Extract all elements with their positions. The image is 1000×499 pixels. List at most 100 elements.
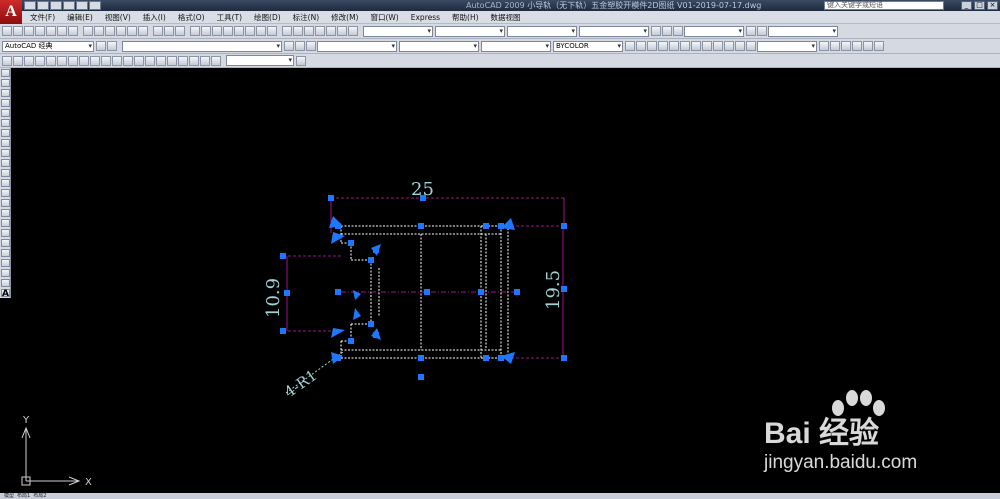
layer-tool-icon[interactable] bbox=[673, 26, 683, 36]
linetype-combo[interactable] bbox=[399, 40, 479, 52]
view-tool-icon[interactable] bbox=[234, 26, 244, 36]
file-tool-icon[interactable] bbox=[57, 26, 67, 36]
draw-tool-icon[interactable] bbox=[1, 249, 10, 257]
misc-tool-icon[interactable] bbox=[746, 26, 756, 36]
modify-tool-icon[interactable] bbox=[746, 41, 756, 51]
dimension-tool-icon[interactable] bbox=[178, 55, 188, 66]
view-tool-icon[interactable] bbox=[212, 26, 222, 36]
dimstyle-combo[interactable] bbox=[226, 55, 294, 66]
dimension-tool-icon[interactable] bbox=[46, 55, 56, 66]
color-combo[interactable] bbox=[317, 40, 397, 52]
autocad-logo-icon[interactable]: A bbox=[0, 0, 22, 24]
menu-item[interactable]: 工具(T) bbox=[211, 11, 248, 24]
layer-tool-icon[interactable] bbox=[651, 26, 661, 36]
dimension-tool-icon[interactable] bbox=[167, 55, 177, 66]
file-tool-icon[interactable] bbox=[2, 26, 12, 36]
dimension-tool-icon[interactable] bbox=[79, 55, 89, 66]
layer-state-combo[interactable] bbox=[122, 40, 282, 52]
dimension-tool-icon[interactable] bbox=[145, 55, 155, 66]
modify-tool-icon[interactable] bbox=[702, 41, 712, 51]
plotstyle-combo[interactable]: BYCOLOR bbox=[553, 40, 623, 52]
modify-tool-icon[interactable] bbox=[735, 41, 745, 51]
menu-item[interactable]: 窗口(W) bbox=[364, 11, 404, 24]
modify-tool-icon[interactable] bbox=[669, 41, 679, 51]
menu-item[interactable]: 数据视图 bbox=[485, 11, 527, 24]
plot-style-combo[interactable] bbox=[768, 25, 838, 37]
selection-grips[interactable] bbox=[280, 195, 567, 380]
view-tool-icon[interactable] bbox=[267, 26, 277, 36]
undo-icon[interactable] bbox=[76, 1, 88, 10]
dimension-tool-icon[interactable] bbox=[57, 55, 67, 66]
file-tool-icon[interactable] bbox=[46, 26, 56, 36]
edit-tool-icon[interactable] bbox=[116, 26, 126, 36]
tab-layout1[interactable]: 布局1 bbox=[17, 493, 30, 499]
draw-tool-icon[interactable] bbox=[1, 269, 10, 277]
draw-tool-icon[interactable] bbox=[1, 179, 10, 187]
draw-tool-icon[interactable] bbox=[1, 189, 10, 197]
menu-item[interactable]: 绘图(D) bbox=[248, 11, 287, 24]
undo-tool-icon[interactable] bbox=[153, 26, 163, 36]
modify-tool-icon[interactable] bbox=[625, 41, 635, 51]
workspace-tool-icon[interactable] bbox=[107, 41, 117, 51]
edit-tool-icon[interactable] bbox=[105, 26, 115, 36]
new-file-icon[interactable] bbox=[24, 1, 36, 10]
draw-tool-icon[interactable] bbox=[1, 219, 10, 227]
menu-item[interactable]: 标注(N) bbox=[287, 11, 325, 24]
menu-item[interactable]: 帮助(H) bbox=[446, 11, 485, 24]
dimension-tool-icon[interactable] bbox=[189, 55, 199, 66]
undo-tool-icon[interactable] bbox=[175, 26, 185, 36]
print-icon[interactable] bbox=[63, 1, 75, 10]
dimension-tool-icon[interactable] bbox=[2, 55, 12, 66]
dimension-tool-icon[interactable] bbox=[90, 55, 100, 66]
dimension-tool-icon[interactable] bbox=[68, 55, 78, 66]
draw-tool-icon[interactable] bbox=[1, 119, 10, 127]
draw-tool-icon[interactable] bbox=[1, 259, 10, 267]
view-tool-icon[interactable] bbox=[190, 26, 200, 36]
edit-tool-icon[interactable] bbox=[127, 26, 137, 36]
dimension-tool-icon[interactable] bbox=[112, 55, 122, 66]
multiline-text-tool[interactable]: A bbox=[1, 289, 10, 299]
view-tool-icon[interactable] bbox=[841, 41, 851, 51]
view-tool-icon[interactable] bbox=[830, 41, 840, 51]
panel-tool-icon[interactable] bbox=[304, 26, 314, 36]
modify-tool-icon[interactable] bbox=[658, 41, 668, 51]
draw-tool-icon[interactable] bbox=[1, 79, 10, 87]
dimension-tool-icon[interactable] bbox=[211, 55, 221, 66]
undo-tool-icon[interactable] bbox=[164, 26, 174, 36]
dim-style-combo[interactable] bbox=[435, 25, 505, 37]
view-tool-icon[interactable] bbox=[819, 41, 829, 51]
multileader-style-combo[interactable] bbox=[579, 25, 649, 37]
layer-tool-icon[interactable] bbox=[284, 41, 294, 51]
edit-tool-icon[interactable] bbox=[83, 26, 93, 36]
file-tool-icon[interactable] bbox=[24, 26, 34, 36]
modify-tool-icon[interactable] bbox=[636, 41, 646, 51]
modify-tool-icon[interactable] bbox=[680, 41, 690, 51]
workspace-tool-icon[interactable] bbox=[96, 41, 106, 51]
draw-tool-icon[interactable] bbox=[1, 279, 10, 287]
draw-tool-icon[interactable] bbox=[1, 99, 10, 107]
view-tool-icon[interactable] bbox=[863, 41, 873, 51]
menu-item[interactable]: 修改(M) bbox=[325, 11, 364, 24]
close-button[interactable]: × bbox=[987, 1, 998, 10]
table-style-combo[interactable] bbox=[507, 25, 577, 37]
modify-tool-icon[interactable] bbox=[647, 41, 657, 51]
draw-tool-icon[interactable] bbox=[1, 169, 10, 177]
panel-tool-icon[interactable] bbox=[293, 26, 303, 36]
modify-tool-icon[interactable] bbox=[713, 41, 723, 51]
draw-tool-icon[interactable] bbox=[1, 159, 10, 167]
draw-tool-icon[interactable] bbox=[1, 139, 10, 147]
file-tool-icon[interactable] bbox=[68, 26, 78, 36]
dimupdate-tool-icon[interactable] bbox=[296, 55, 306, 66]
view-tool-icon[interactable] bbox=[201, 26, 211, 36]
layer-tool-icon[interactable] bbox=[662, 26, 672, 36]
modify-tool-icon[interactable] bbox=[724, 41, 734, 51]
modify-tool-icon[interactable] bbox=[691, 41, 701, 51]
dimension-tool-icon[interactable] bbox=[134, 55, 144, 66]
tab-model[interactable]: 模型 bbox=[4, 493, 14, 499]
view-tool-icon[interactable] bbox=[874, 41, 884, 51]
panel-tool-icon[interactable] bbox=[315, 26, 325, 36]
workspace-combo[interactable]: AutoCAD 经典 bbox=[2, 40, 94, 52]
draw-tool-icon[interactable] bbox=[1, 149, 10, 157]
view-tool-icon[interactable] bbox=[245, 26, 255, 36]
panel-tool-icon[interactable] bbox=[337, 26, 347, 36]
